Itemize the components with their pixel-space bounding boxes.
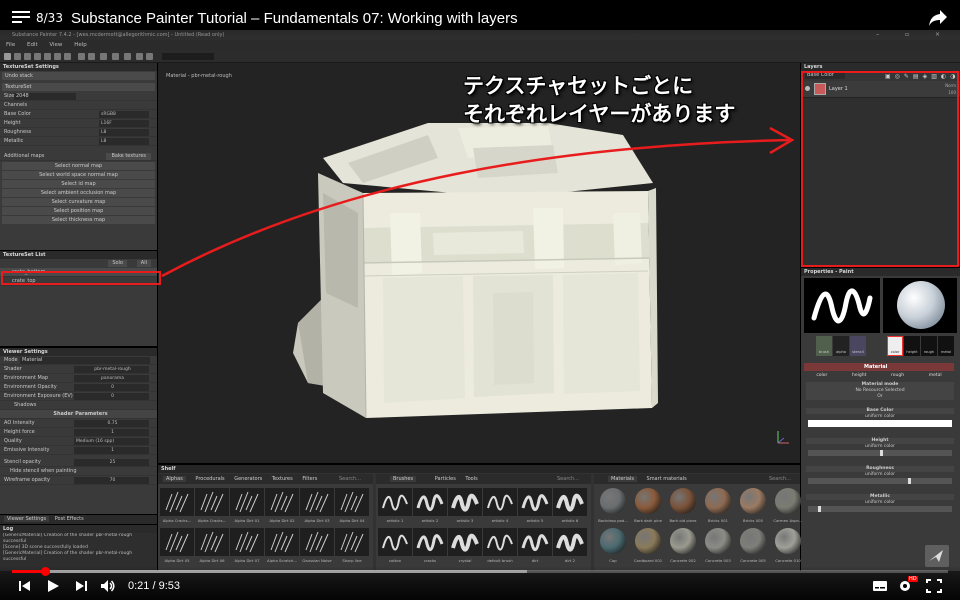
annotation-line-2: それぞれレイヤーがあります	[463, 102, 736, 126]
progress-played	[12, 570, 45, 573]
channel-watermark-icon[interactable]	[925, 545, 949, 567]
playlist-position: 8/33	[36, 11, 63, 25]
progress-bar[interactable]	[12, 567, 948, 576]
time-display: 0:21 / 9:53	[128, 580, 181, 592]
next-icon[interactable]	[74, 579, 88, 593]
hd-badge: HD	[908, 576, 918, 582]
progress-scrubber[interactable]	[40, 567, 50, 576]
fullscreen-icon[interactable]	[926, 579, 942, 593]
subtitles-icon[interactable]	[872, 579, 888, 593]
previous-icon[interactable]	[18, 579, 32, 593]
current-time: 0:21	[128, 580, 150, 592]
youtube-top-bar: 8/33 Substance Painter Tutorial – Fundam…	[0, 0, 960, 36]
volume-icon[interactable]	[100, 579, 116, 593]
youtube-controls: 0:21 / 9:53 HD	[0, 566, 960, 600]
screen: 8/33 Substance Painter Tutorial – Fundam…	[0, 0, 960, 600]
annotation-line-1: テクスチャセットごとに	[463, 74, 694, 98]
video-title[interactable]: Substance Painter Tutorial – Fundamental…	[71, 10, 518, 27]
duration: 9:53	[158, 580, 181, 592]
share-icon[interactable]	[928, 9, 948, 27]
playlist-icon[interactable]	[12, 11, 30, 25]
play-icon[interactable]	[46, 579, 60, 593]
